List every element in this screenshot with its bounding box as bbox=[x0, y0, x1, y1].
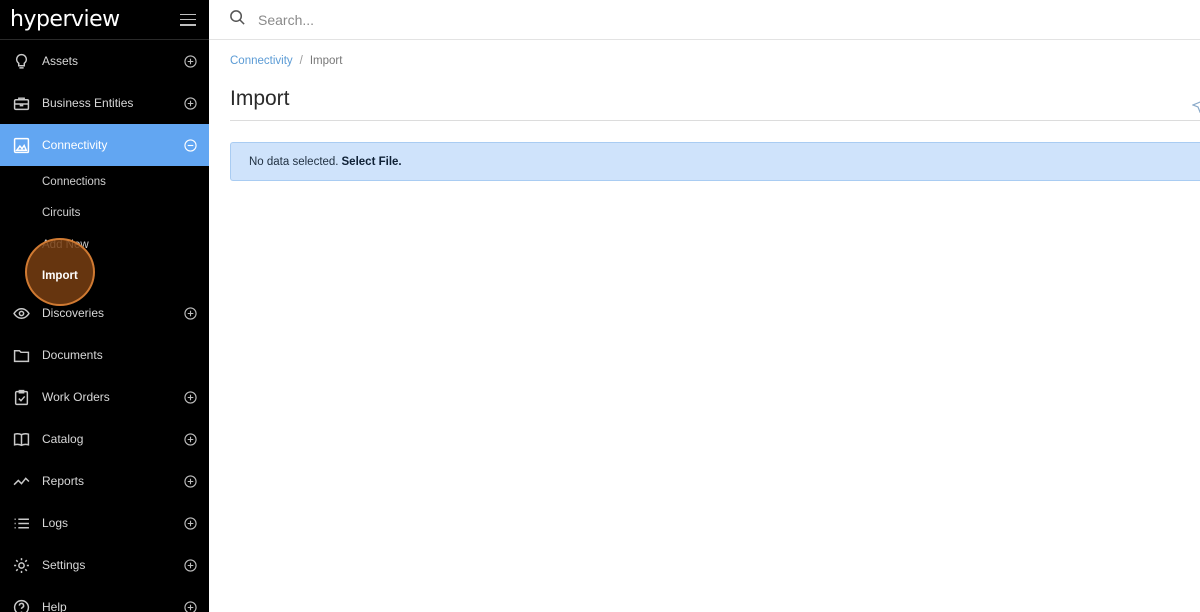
folder-icon bbox=[12, 346, 30, 364]
expand-plus-icon[interactable] bbox=[184, 390, 197, 404]
connectivity-icon bbox=[12, 136, 30, 154]
info-alert: No data selected. Select File. bbox=[230, 142, 1200, 181]
submenu-item-circuits[interactable]: Circuits bbox=[0, 198, 209, 230]
breadcrumb-current: Import bbox=[309, 55, 343, 67]
sidebar-item-connectivity[interactable]: Connectivity bbox=[0, 124, 209, 166]
brand-bar: hyperview bbox=[0, 0, 209, 40]
expand-plus-icon[interactable] bbox=[184, 516, 197, 530]
breadcrumb-link-connectivity[interactable]: Connectivity bbox=[230, 55, 293, 67]
expand-plus-icon[interactable] bbox=[184, 54, 197, 68]
lightbulb-icon bbox=[12, 52, 30, 70]
page-title-text: Import bbox=[230, 87, 290, 110]
page-title: Import bbox=[230, 87, 1200, 121]
sidebar-item-discoveries[interactable]: Discoveries bbox=[0, 292, 209, 334]
sidebar-item-label: Settings bbox=[42, 558, 86, 572]
sidebar-item-label: Connectivity bbox=[42, 138, 108, 152]
submenu-item-import[interactable]: Import bbox=[0, 261, 209, 293]
help-icon bbox=[12, 598, 30, 612]
sidebar-nav: Assets Business Entities Connectivity bbox=[0, 40, 209, 166]
sidebar-item-label: Discoveries bbox=[42, 306, 105, 320]
sidebar-item-label: Help bbox=[42, 600, 67, 612]
submenu-label: Connections bbox=[42, 175, 106, 188]
sidebar-item-reports[interactable]: Reports bbox=[0, 460, 209, 502]
search-input[interactable] bbox=[258, 11, 858, 28]
expand-plus-icon[interactable] bbox=[184, 306, 197, 320]
alert-text: No data selected. bbox=[249, 155, 339, 168]
expand-plus-icon[interactable] bbox=[184, 474, 197, 488]
submenu-label: Circuits bbox=[42, 207, 81, 220]
submenu-label: Import bbox=[42, 270, 78, 283]
sidebar-nav-lower: Discoveries Documents Work Orders Catalo… bbox=[0, 292, 209, 612]
sidebar-item-label: Assets bbox=[42, 54, 79, 68]
send-icon[interactable] bbox=[1191, 95, 1200, 119]
clipboard-check-icon bbox=[12, 388, 30, 406]
submenu-label: Add New bbox=[42, 238, 89, 251]
sidebar: hyperview Assets Business Entities Conne… bbox=[0, 0, 209, 612]
eye-icon bbox=[12, 304, 30, 322]
sidebar-item-help[interactable]: Help bbox=[0, 586, 209, 612]
top-bar bbox=[209, 0, 1200, 40]
select-file-link[interactable]: Select File. bbox=[342, 156, 402, 168]
sidebar-item-business-entities[interactable]: Business Entities bbox=[0, 82, 209, 124]
sidebar-item-label: Work Orders bbox=[42, 390, 110, 404]
breadcrumb-separator: / bbox=[299, 55, 303, 67]
breadcrumb: Connectivity / Import bbox=[230, 55, 1200, 67]
toggle-placeholder bbox=[184, 349, 197, 362]
list-icon bbox=[12, 514, 30, 532]
expand-plus-icon[interactable] bbox=[184, 600, 197, 612]
sidebar-item-catalog[interactable]: Catalog bbox=[0, 418, 209, 460]
sidebar-item-label: Reports bbox=[42, 474, 85, 488]
gear-icon bbox=[12, 556, 30, 574]
sidebar-item-documents[interactable]: Documents bbox=[0, 334, 209, 376]
collapse-minus-icon[interactable] bbox=[184, 138, 197, 152]
main-content: Connectivity / Import Import No data sel… bbox=[230, 40, 1200, 181]
hamburger-icon[interactable] bbox=[180, 13, 196, 26]
sidebar-item-label: Business Entities bbox=[42, 96, 134, 110]
sidebar-item-label: Logs bbox=[42, 516, 69, 530]
expand-plus-icon[interactable] bbox=[184, 432, 197, 446]
search-icon[interactable] bbox=[229, 9, 246, 31]
book-icon bbox=[12, 430, 30, 448]
submenu-item-connections[interactable]: Connections bbox=[0, 166, 209, 198]
sidebar-item-settings[interactable]: Settings bbox=[0, 544, 209, 586]
logo[interactable]: hyperview bbox=[10, 7, 120, 32]
expand-plus-icon[interactable] bbox=[184, 96, 197, 110]
sidebar-item-assets[interactable]: Assets bbox=[0, 40, 209, 82]
submenu-item-add-new[interactable]: Add New bbox=[0, 229, 209, 261]
sidebar-item-label: Catalog bbox=[42, 432, 84, 446]
line-chart-icon bbox=[12, 472, 30, 490]
connectivity-submenu: Connections Circuits Add New Import bbox=[0, 166, 209, 292]
sidebar-item-work-orders[interactable]: Work Orders bbox=[0, 376, 209, 418]
sidebar-item-logs[interactable]: Logs bbox=[0, 502, 209, 544]
briefcase-icon bbox=[12, 94, 30, 112]
sidebar-item-label: Documents bbox=[42, 348, 103, 362]
expand-plus-icon[interactable] bbox=[184, 558, 197, 572]
